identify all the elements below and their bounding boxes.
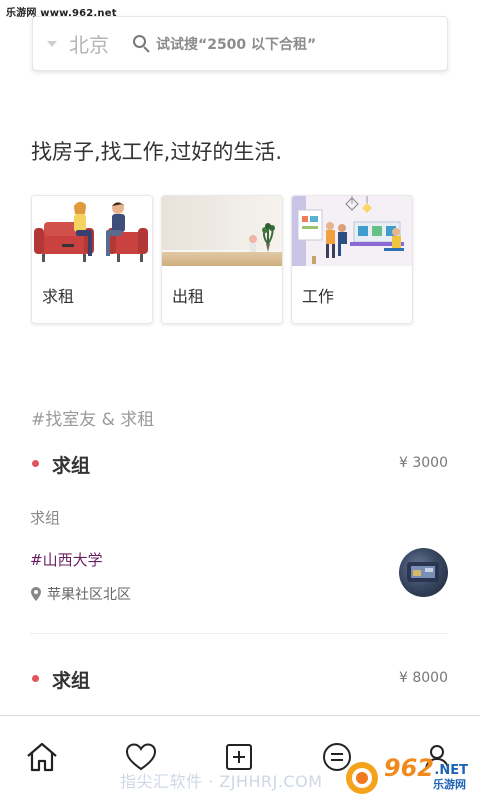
search-icon [133,34,151,53]
home-icon[interactable] [25,740,59,774]
section-title: #找室友 & 求租 [31,410,155,430]
listing-item[interactable]: 求组 ¥ 3000 求组 #山西大学 苹果社区北区 [30,450,448,634]
category-label: 求租 [42,287,75,306]
listing-description: 求组 [30,509,61,527]
page-tagline: 找房子,找工作,过好的生活. [31,140,283,164]
location-pin-icon [31,587,41,601]
listing-price: ¥ 3000 [399,455,448,471]
status-dot [32,675,39,682]
listing-price: ¥ 8000 [399,670,448,686]
site-logo: 962 .NET 乐游网 [342,754,476,798]
category-cards: 求租 出租 工作 [31,195,413,324]
city-selector[interactable]: 北京 [69,29,109,58]
logo-caption: 乐游网 [433,778,466,791]
search-input[interactable]: 试试搜“2500 以下合租” [156,34,316,54]
category-label: 工作 [302,287,335,306]
listing-item[interactable]: 求组 ¥ 8000 [30,665,448,705]
listing-location: 苹果社区北区 [47,587,131,603]
category-card-for-rent[interactable]: 出租 [161,195,283,324]
category-card-job[interactable]: 工作 [291,195,413,324]
category-label: 出租 [172,287,205,306]
search-bar[interactable]: 北京 试试搜“2500 以下合租” [32,16,448,71]
office-team-illustration [292,196,412,266]
status-dot [32,460,39,467]
listing-tag[interactable]: #山西大学 [30,549,103,570]
caret-down-icon[interactable] [47,40,57,47]
logo-number: 962 [383,754,434,782]
bottom-watermark: 指尖汇软件 · ZJHHRJ.COM [120,772,323,791]
category-card-rent-seek[interactable]: 求租 [31,195,153,324]
couple-on-sofa-illustration [32,196,152,266]
avatar[interactable] [399,548,448,597]
listing-title: 求组 [52,455,91,477]
listing-title: 求组 [52,670,91,692]
empty-room-illustration [162,196,282,266]
